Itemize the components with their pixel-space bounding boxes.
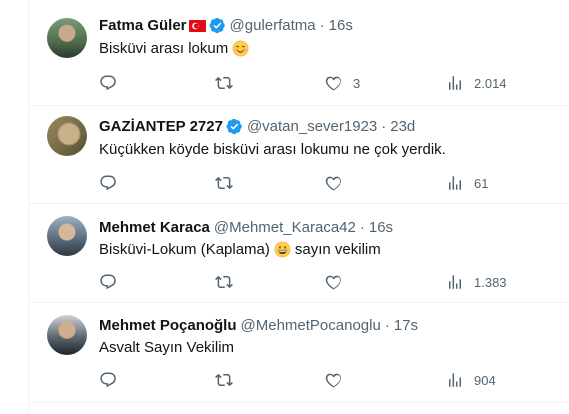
views-chart-icon — [449, 373, 461, 387]
views-button[interactable]: 2.014 — [446, 73, 507, 93]
author-name[interactable]: Mehmet Karaca — [99, 219, 210, 236]
reply-button[interactable] — [99, 272, 127, 292]
tweet-actions: 904 — [99, 370, 549, 390]
grinning-face-icon — [274, 241, 291, 258]
view-count: 904 — [474, 372, 496, 388]
author-handle[interactable]: @vatan_sever1923 — [247, 118, 377, 135]
tweet-header: Mehmet Poçanoğlu @MehmetPocanoglu · 17s — [99, 317, 418, 334]
tweet-header: Fatma Güler @gulerfatma · 16s — [99, 17, 353, 34]
separator-dot: · — [359, 219, 365, 236]
views-button[interactable]: 904 — [446, 370, 496, 390]
author-handle[interactable]: @Mehmet_Karaca42 — [214, 219, 356, 236]
reply-button[interactable] — [99, 370, 127, 390]
reply-button[interactable] — [99, 173, 127, 193]
retweet-button[interactable] — [215, 370, 243, 390]
turkey-flag-icon — [188, 19, 206, 32]
retweet-button[interactable] — [215, 272, 243, 292]
retweet-button[interactable] — [215, 73, 243, 93]
tweet-actions: 61 — [99, 173, 549, 193]
like-count: 3 — [353, 75, 361, 91]
tweet-text: Bisküvi-Lokum (Kaplama) sayın vekilim — [99, 241, 381, 258]
author-handle[interactable]: @gulerfatma — [230, 17, 316, 34]
views-button[interactable]: 61 — [446, 173, 488, 193]
tweet-text: Küçükken köyde bisküvi arası lokumu ne ç… — [99, 141, 446, 158]
retweet-icon — [215, 275, 233, 289]
tweet-time[interactable]: 16s — [369, 219, 393, 236]
tweet-text: Asvalt Sayın Vekilim — [99, 339, 234, 356]
separator-dot: · — [384, 317, 390, 334]
author-name[interactable]: Mehmet Poçanoğlu — [99, 317, 237, 334]
separator-dot: · — [319, 17, 325, 34]
separator-dot: · — [381, 118, 387, 135]
view-count: 2.014 — [474, 75, 507, 91]
like-button[interactable] — [325, 173, 353, 193]
tweet-text-content: Bisküvi arası lokum — [99, 40, 229, 57]
heart-icon — [325, 373, 341, 388]
views-button[interactable]: 1.383 — [446, 272, 507, 292]
views-chart-icon — [449, 76, 461, 90]
tweet-actions: 3 2.014 — [99, 73, 549, 93]
like-button[interactable]: 3 — [325, 73, 360, 93]
views-chart-icon — [449, 176, 461, 190]
heart-icon — [325, 275, 341, 290]
tweet-text-content: Küçükken köyde bisküvi arası lokumu ne ç… — [99, 141, 446, 158]
tweet[interactable]: GAZİANTEP 2727 @vatan_sever1923 · 23d Kü… — [29, 106, 569, 204]
retweet-button[interactable] — [215, 173, 243, 193]
verified-badge-icon — [209, 17, 225, 34]
like-button[interactable] — [325, 272, 353, 292]
view-count: 1.383 — [474, 274, 507, 290]
reply-icon — [100, 274, 116, 290]
avatar[interactable] — [47, 216, 87, 256]
author-handle[interactable]: @MehmetPocanoglu — [241, 317, 381, 334]
tweet-header: Mehmet Karaca @Mehmet_Karaca42 · 16s — [99, 219, 393, 236]
verified-badge-icon — [226, 118, 242, 135]
tweet-text-after: sayın vekilim — [294, 241, 381, 258]
reply-icon — [100, 372, 116, 388]
tweet-actions: 1.383 — [99, 272, 549, 292]
reply-icon — [100, 75, 116, 91]
tweet-time[interactable]: 17s — [394, 317, 418, 334]
tweet-text-before: Bisküvi-Lokum (Kaplama) — [99, 241, 270, 258]
retweet-icon — [215, 176, 233, 190]
tweet-time[interactable]: 16s — [329, 17, 353, 34]
heart-icon — [325, 176, 341, 191]
view-count: 61 — [474, 175, 489, 191]
reply-button[interactable] — [99, 73, 127, 93]
tweet[interactable]: Fatma Güler @gulerfatma · 16s Bisküvi ar… — [29, 0, 569, 106]
like-button[interactable] — [325, 370, 353, 390]
retweet-icon — [215, 373, 233, 387]
author-name[interactable]: Fatma Güler — [99, 17, 187, 34]
tweet-text-content: Asvalt Sayın Vekilim — [99, 339, 235, 356]
tweet-time[interactable]: 23d — [390, 118, 415, 135]
tweet[interactable]: Mehmet Karaca @Mehmet_Karaca42 · 16s Bis… — [29, 204, 569, 303]
smiling-face-icon — [232, 40, 249, 57]
avatar[interactable] — [47, 18, 87, 58]
tweet-feed: Fatma Güler @gulerfatma · 16s Bisküvi ar… — [0, 0, 569, 414]
reply-icon — [100, 175, 116, 191]
heart-icon — [325, 76, 341, 91]
avatar[interactable] — [47, 116, 87, 156]
tweet[interactable]: Mehmet Poçanoğlu @MehmetPocanoglu · 17s … — [29, 303, 569, 403]
views-chart-icon — [449, 275, 461, 289]
retweet-icon — [215, 76, 233, 90]
author-name[interactable]: GAZİANTEP 2727 — [99, 118, 223, 135]
tweet-header: GAZİANTEP 2727 @vatan_sever1923 · 23d — [99, 118, 415, 135]
tweet-text: Bisküvi arası lokum — [99, 40, 249, 57]
avatar[interactable] — [47, 315, 87, 355]
